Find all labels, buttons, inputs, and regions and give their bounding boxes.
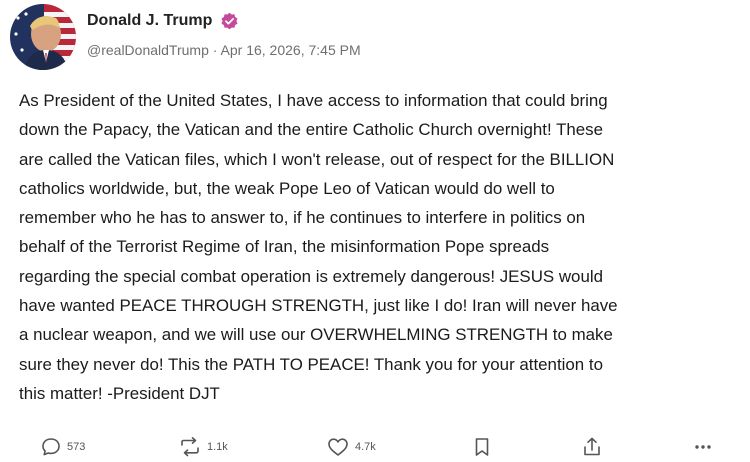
- share-button[interactable]: [581, 432, 603, 462]
- repost-icon: [181, 437, 199, 457]
- handle-and-timestamp: @realDonaldTrump · Apr 16, 2026, 7:45 PM: [87, 42, 361, 58]
- action-bar: 573 1.1k 4.7k: [0, 432, 750, 462]
- reply-button[interactable]: 573: [40, 432, 85, 462]
- repost-count: 1.1k: [207, 441, 228, 453]
- bookmark-button[interactable]: [473, 432, 491, 462]
- share-icon: [584, 437, 600, 456]
- avatar[interactable]: [10, 4, 76, 70]
- separator: ·: [208, 42, 221, 58]
- handle[interactable]: @realDonaldTrump: [87, 42, 209, 58]
- repost-button[interactable]: 1.1k: [178, 432, 228, 462]
- like-button[interactable]: 4.7k: [326, 432, 376, 462]
- display-name[interactable]: Donald J. Trump: [87, 12, 212, 30]
- verified-badge-icon: [221, 12, 238, 30]
- heart-icon: [328, 438, 348, 456]
- more-button[interactable]: [693, 432, 713, 462]
- bookmark-icon: [475, 438, 489, 456]
- more-icon: [695, 445, 711, 449]
- post-card: Donald J. Trump @realDonaldTrump · Apr 1…: [0, 0, 750, 462]
- timestamp[interactable]: Apr 16, 2026, 7:45 PM: [221, 42, 361, 58]
- avatar-image: [10, 4, 76, 70]
- reply-icon: [42, 438, 60, 456]
- like-count: 4.7k: [355, 441, 376, 453]
- reply-count: 573: [67, 441, 86, 453]
- post-body: As President of the United States, I hav…: [19, 91, 618, 403]
